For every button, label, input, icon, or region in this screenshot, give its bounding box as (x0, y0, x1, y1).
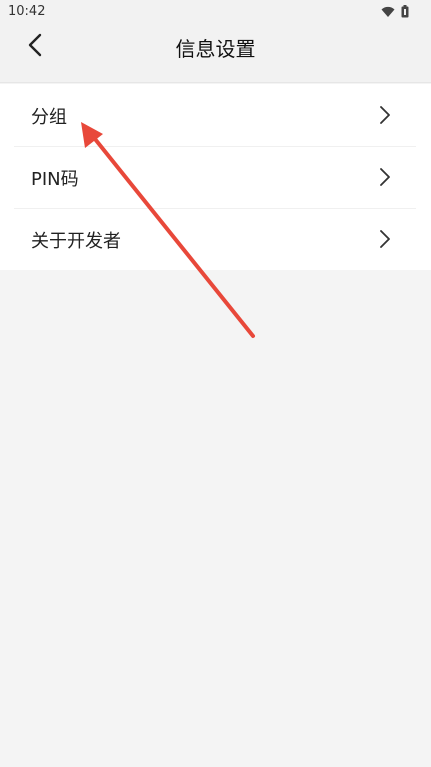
chevron-right-icon (379, 167, 391, 187)
menu-item-about-developer[interactable]: 关于开发者 (0, 208, 431, 270)
menu-item-group[interactable]: 分组 (0, 84, 431, 146)
menu-item-label: 分组 (31, 107, 67, 128)
menu-item-label: 关于开发者 (31, 231, 121, 252)
battery-icon (401, 3, 409, 22)
wifi-icon (381, 3, 395, 22)
status-time: 10:42 (8, 4, 46, 19)
chevron-right-icon (379, 105, 391, 125)
page-title: 信息设置 (175, 37, 256, 61)
status-bar: 10:42 (0, 0, 431, 24)
menu-item-pin[interactable]: PIN码 (0, 146, 431, 208)
settings-menu: 分组 PIN码 关于开发者 (0, 84, 431, 270)
menu-item-label: PIN码 (31, 169, 79, 190)
chevron-right-icon (379, 229, 391, 249)
status-icons (381, 3, 409, 22)
title-bar: 信息设置 (0, 24, 431, 83)
